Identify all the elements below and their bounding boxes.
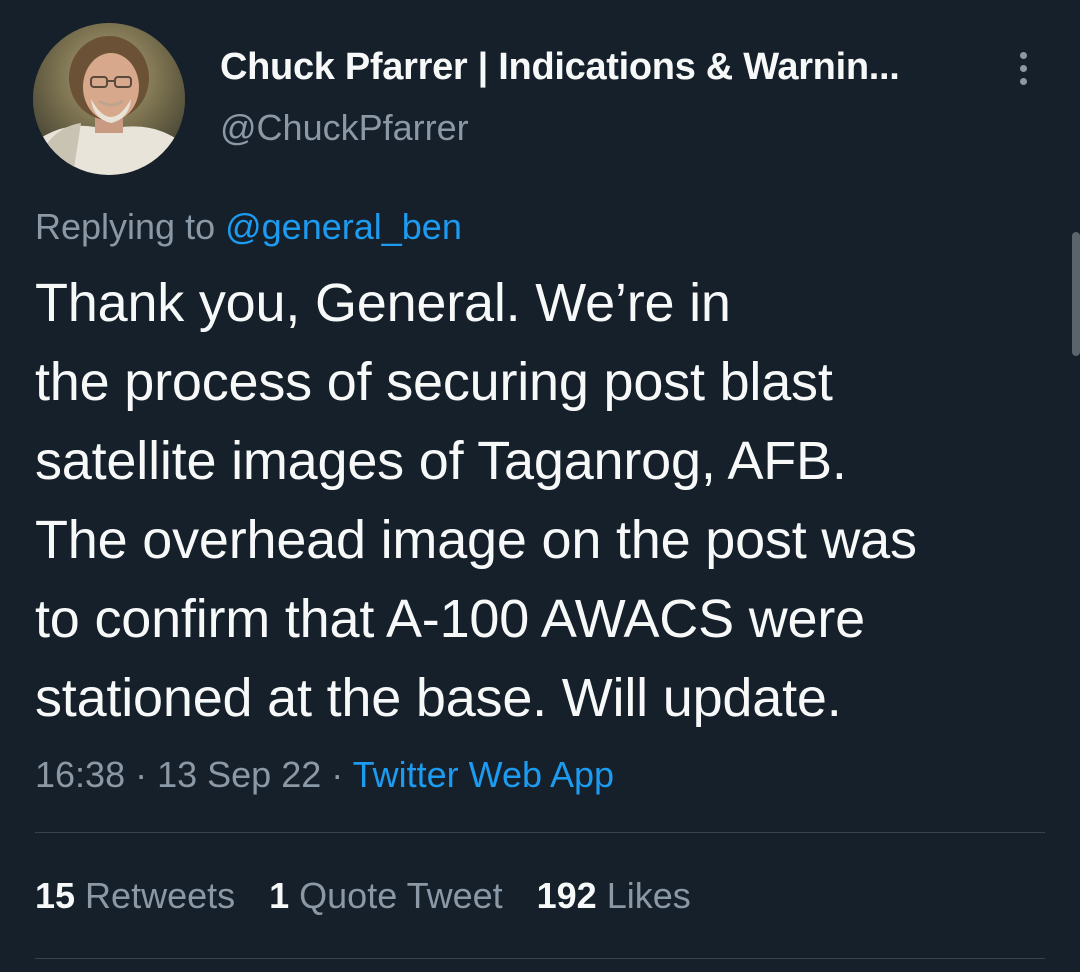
profile-photo-icon: [33, 23, 185, 175]
meta-separator: ·: [321, 754, 353, 795]
more-vertical-icon-dot: [1019, 77, 1027, 85]
author-handle[interactable]: @ChuckPfarrer: [220, 106, 469, 150]
tweet-text: Thank you, General. We’re in the process…: [35, 273, 917, 728]
more-vertical-icon: [1019, 51, 1027, 59]
scrollbar[interactable]: [1072, 232, 1080, 356]
more-vertical-icon-dot: [1019, 64, 1027, 72]
likes-count: 192: [536, 875, 597, 916]
tweet-date[interactable]: 13 Sep 22: [157, 754, 321, 795]
tweet-metadata: 16:38 · 13 Sep 22 · Twitter Web App: [35, 752, 614, 798]
tweet-source-link[interactable]: Twitter Web App: [353, 754, 614, 795]
retweets-count: 15: [35, 875, 76, 916]
likes-stat[interactable]: 192 Likes: [537, 873, 691, 919]
replying-to-label: Replying to: [35, 206, 226, 247]
avatar[interactable]: [33, 23, 185, 175]
tweet-detail: Chuck Pfarrer | Indications & Warnin... …: [0, 0, 1080, 972]
retweets-label: Retweets: [75, 875, 236, 916]
meta-separator: ·: [125, 754, 158, 795]
author-display-name[interactable]: Chuck Pfarrer | Indications & Warnin...: [220, 44, 980, 90]
reply-mention-link[interactable]: @general_ben: [225, 206, 462, 247]
replying-to: Replying to @general_ben: [35, 204, 462, 250]
tweet-time[interactable]: 16:38: [35, 754, 125, 795]
divider: [35, 832, 1045, 833]
divider: [35, 958, 1045, 959]
more-options-button[interactable]: [1006, 46, 1040, 90]
likes-label: Likes: [596, 875, 691, 916]
quote-tweets-count: 1: [269, 875, 290, 916]
quote-tweets-label: Quote Tweet: [289, 875, 503, 916]
retweets-stat[interactable]: 15 Retweets: [35, 873, 235, 919]
engagement-stats: 15 Retweets 1 Quote Tweet 192 Likes: [35, 873, 691, 919]
quote-tweets-stat[interactable]: 1 Quote Tweet: [269, 873, 503, 919]
